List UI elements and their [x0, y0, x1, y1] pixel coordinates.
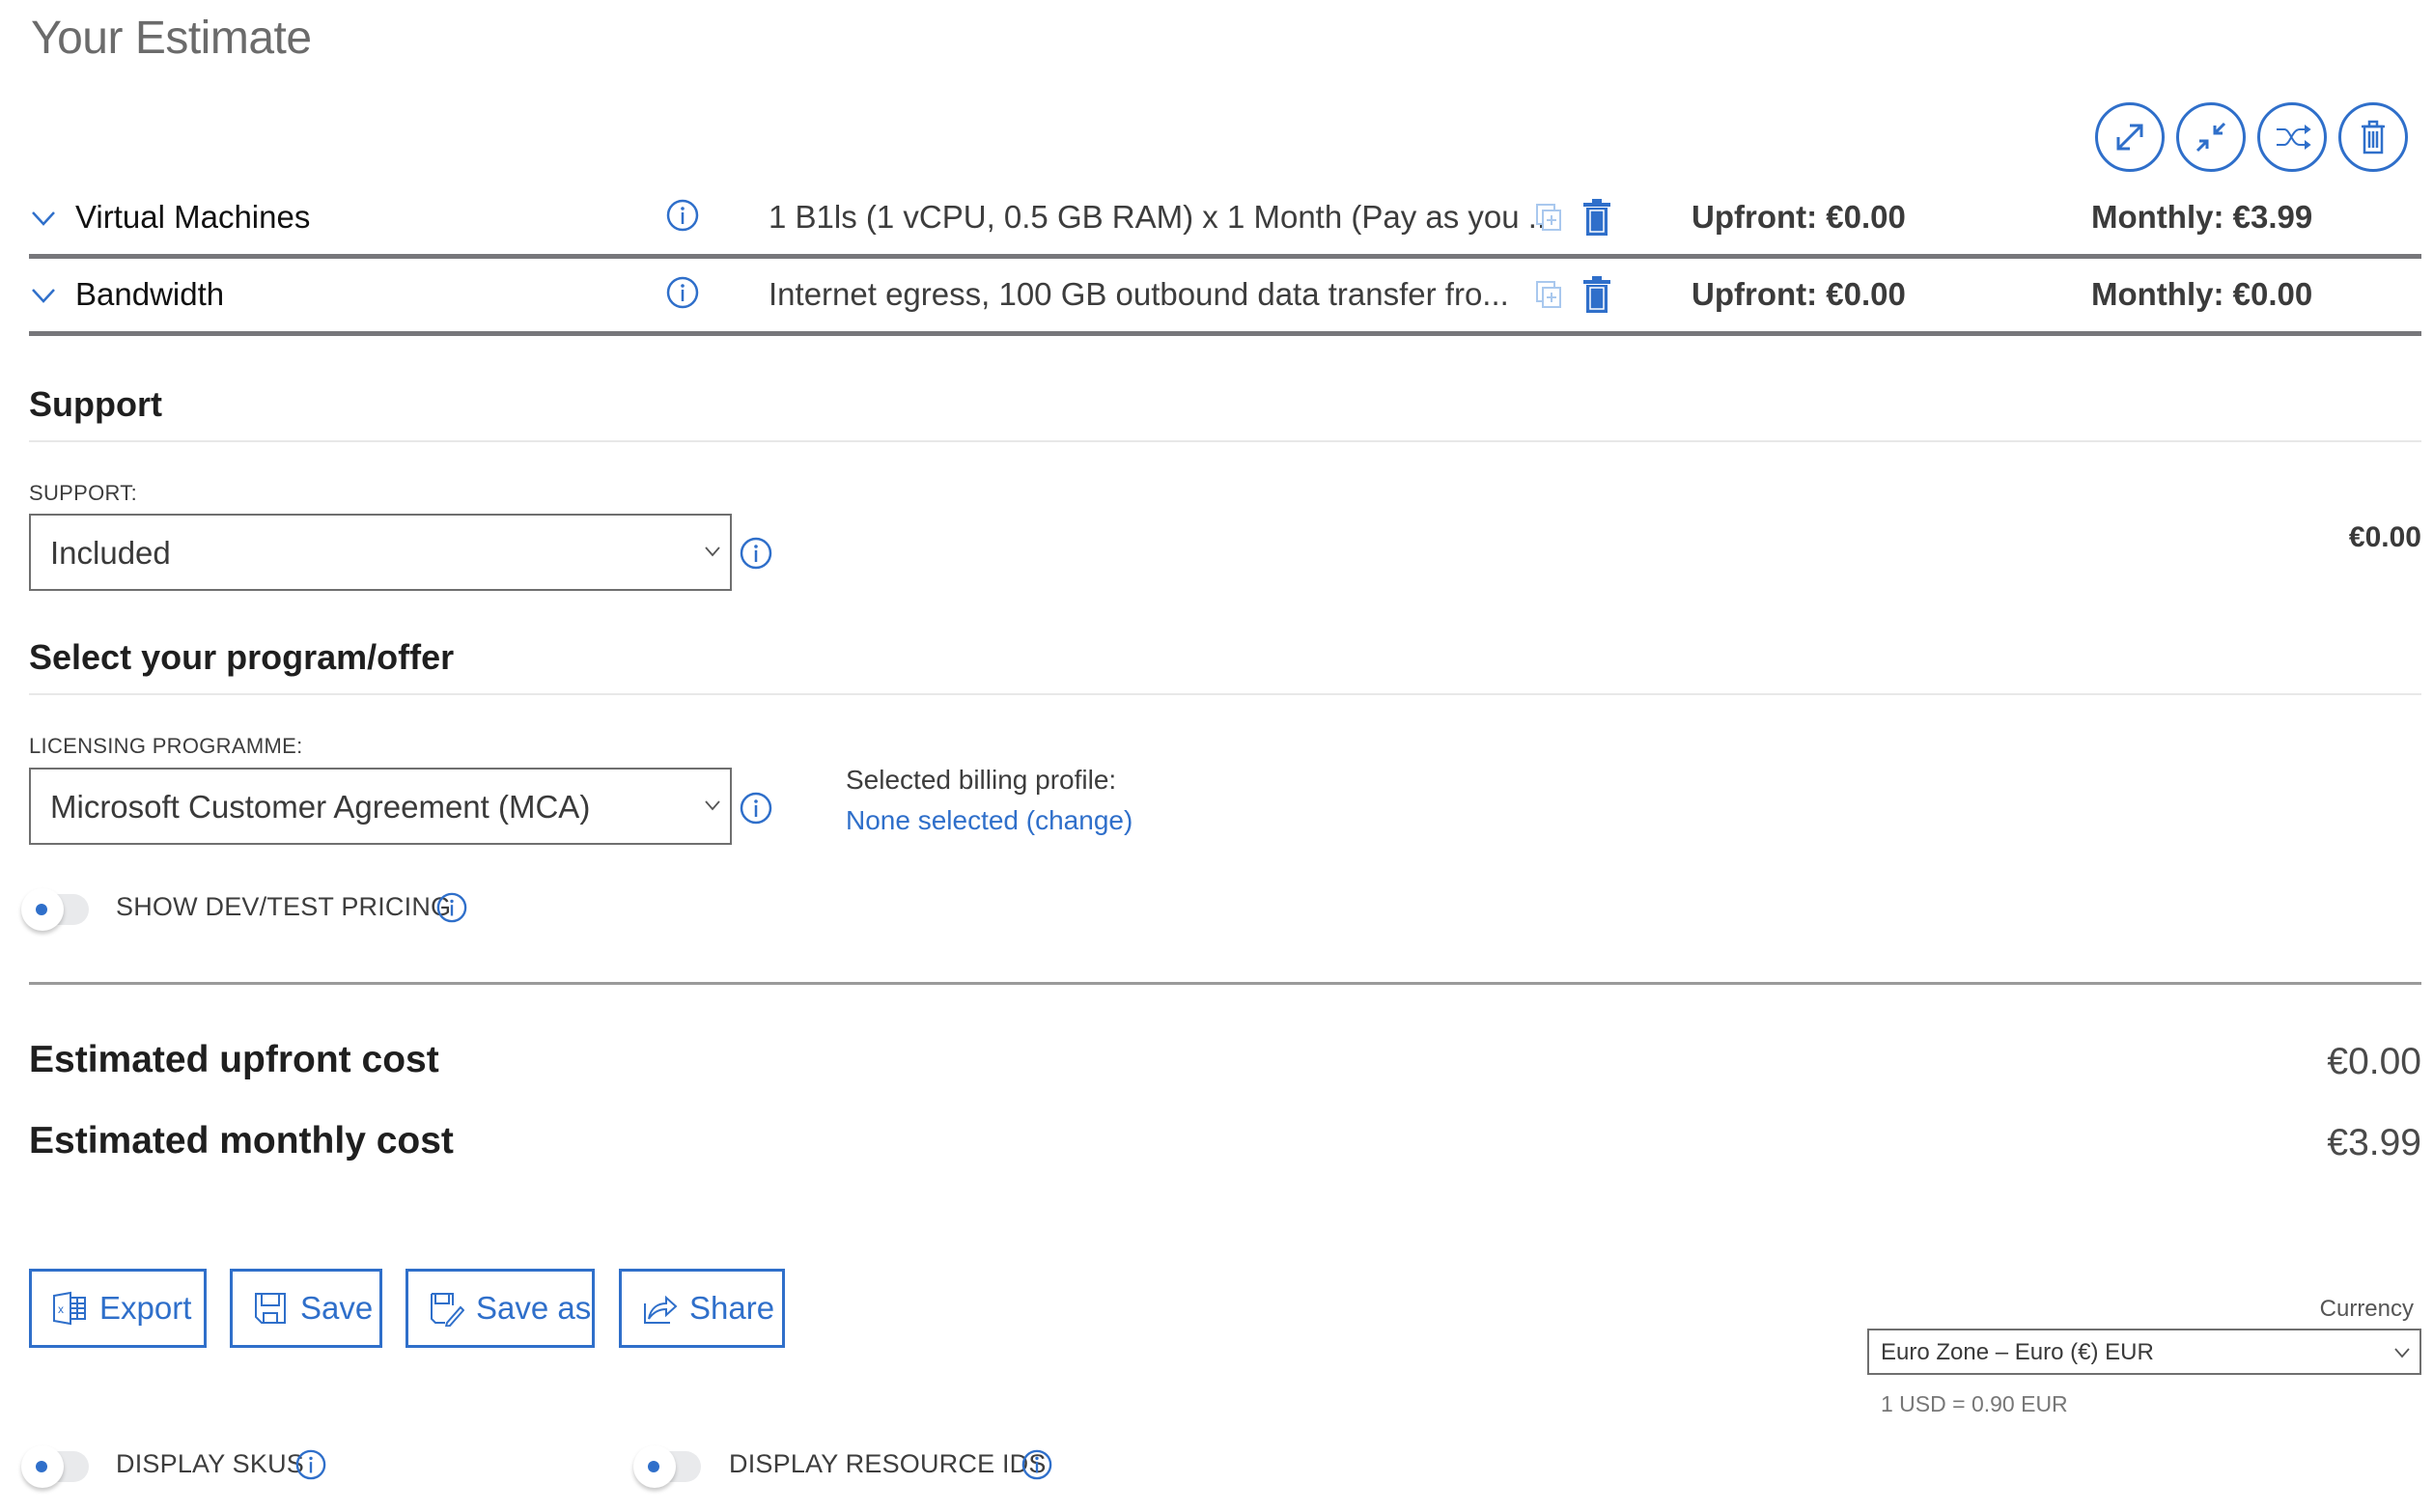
licensing-programme-select[interactable]: Microsoft Customer Agreement (MCA)	[29, 768, 732, 845]
delete-service-icon[interactable]	[1583, 199, 1610, 236]
service-row-bandwidth: Bandwidth Internet egress, 100 GB outbou…	[29, 259, 2421, 336]
support-selected-value: Included	[50, 535, 171, 571]
info-icon[interactable]	[666, 276, 699, 309]
clone-icon[interactable]	[1535, 280, 1564, 311]
devtest-pricing-label: SHOW DEV/TEST PRICING	[116, 892, 452, 921]
service-upfront-cost: Upfront: €0.00	[1692, 276, 1906, 312]
estimated-monthly-value: €3.99	[2327, 1122, 2421, 1163]
exchange-rate: 1 USD = 0.90 EUR	[1881, 1391, 2068, 1416]
share-icon	[644, 1295, 678, 1324]
display-resource-ids-info-icon[interactable]	[1021, 1449, 1052, 1480]
export-label: Export	[99, 1290, 192, 1326]
info-icon[interactable]	[666, 199, 699, 232]
support-section-title: Support	[29, 384, 162, 424]
section-divider	[29, 693, 2421, 695]
expand-icon	[2116, 124, 2143, 151]
export-button[interactable]: x Export	[29, 1269, 207, 1348]
estimated-monthly-label: Estimated monthly cost	[29, 1120, 454, 1162]
expand-all-button[interactable]	[2095, 102, 2165, 172]
devtest-pricing-toggle[interactable]	[21, 888, 89, 931]
chevron-down-icon	[705, 546, 720, 557]
save-as-label: Save as	[476, 1290, 592, 1326]
chevron-down-icon	[2394, 1348, 2410, 1358]
chevron-down-icon[interactable]	[29, 203, 58, 232]
save-as-icon	[431, 1293, 464, 1327]
program-section-title: Select your program/offer	[29, 637, 455, 677]
billing-profile-change-link[interactable]: None selected (change)	[846, 805, 1133, 836]
chevron-down-icon	[705, 800, 720, 811]
support-info-icon[interactable]	[740, 537, 772, 570]
currency-selected-value: Euro Zone – Euro (€) EUR	[1881, 1339, 2154, 1365]
licensing-programme-selected-value: Microsoft Customer Agreement (MCA)	[50, 789, 591, 825]
save-as-button[interactable]: Save as	[406, 1269, 595, 1348]
reorder-button[interactable]	[2257, 102, 2327, 172]
delete-service-icon[interactable]	[1583, 276, 1610, 313]
page-title: Your Estimate	[31, 13, 312, 64]
service-description: Internet egress, 100 GB outbound data tr…	[769, 276, 1509, 312]
billing-profile-label: Selected billing profile:	[846, 765, 1117, 795]
support-select[interactable]: Included	[29, 514, 732, 591]
service-row-virtual-machines: Virtual Machines 1 B1ls (1 vCPU, 0.5 GB …	[29, 182, 2421, 259]
service-upfront-cost: Upfront: €0.00	[1692, 199, 1906, 235]
display-skus-info-icon[interactable]	[295, 1449, 326, 1480]
save-button[interactable]: Save	[230, 1269, 382, 1348]
display-resource-ids-toggle[interactable]	[633, 1445, 701, 1488]
currency-label: Currency	[2319, 1296, 2414, 1322]
currency-select[interactable]: Euro Zone – Euro (€) EUR	[1867, 1329, 2421, 1375]
chevron-down-icon[interactable]	[29, 280, 58, 309]
service-name[interactable]: Bandwidth	[75, 276, 224, 313]
excel-icon: x	[53, 1291, 86, 1326]
service-description: 1 B1ls (1 vCPU, 0.5 GB RAM) x 1 Month (P…	[769, 199, 1555, 235]
service-monthly-cost: Monthly: €0.00	[2091, 276, 2313, 312]
section-divider	[29, 440, 2421, 442]
save-icon	[255, 1293, 286, 1324]
support-label: SUPPORT:	[29, 481, 138, 505]
collapse-icon	[2195, 122, 2226, 153]
service-monthly-cost: Monthly: €3.99	[2091, 199, 2313, 235]
save-label: Save	[300, 1290, 374, 1326]
totals-divider	[29, 982, 2421, 985]
service-name[interactable]: Virtual Machines	[75, 199, 310, 236]
trash-icon	[2362, 120, 2385, 154]
estimated-upfront-label: Estimated upfront cost	[29, 1039, 439, 1080]
devtest-info-icon[interactable]	[436, 892, 467, 923]
display-skus-toggle[interactable]	[21, 1445, 89, 1488]
delete-all-button[interactable]	[2338, 102, 2408, 172]
svg-text:x: x	[58, 1302, 64, 1316]
share-label: Share	[689, 1290, 775, 1326]
share-button[interactable]: Share	[619, 1269, 785, 1348]
shuffle-icon	[2277, 125, 2311, 150]
support-price: €0.00	[2348, 521, 2421, 553]
licensing-info-icon[interactable]	[740, 792, 772, 825]
collapse-all-button[interactable]	[2176, 102, 2246, 172]
licensing-programme-label: LICENSING PROGRAMME:	[29, 734, 303, 758]
display-skus-label: DISPLAY SKUS	[116, 1449, 304, 1478]
clone-icon[interactable]	[1535, 203, 1564, 234]
display-resource-ids-label: DISPLAY RESOURCE IDS	[729, 1449, 1047, 1478]
estimated-upfront-value: €0.00	[2327, 1041, 2421, 1082]
